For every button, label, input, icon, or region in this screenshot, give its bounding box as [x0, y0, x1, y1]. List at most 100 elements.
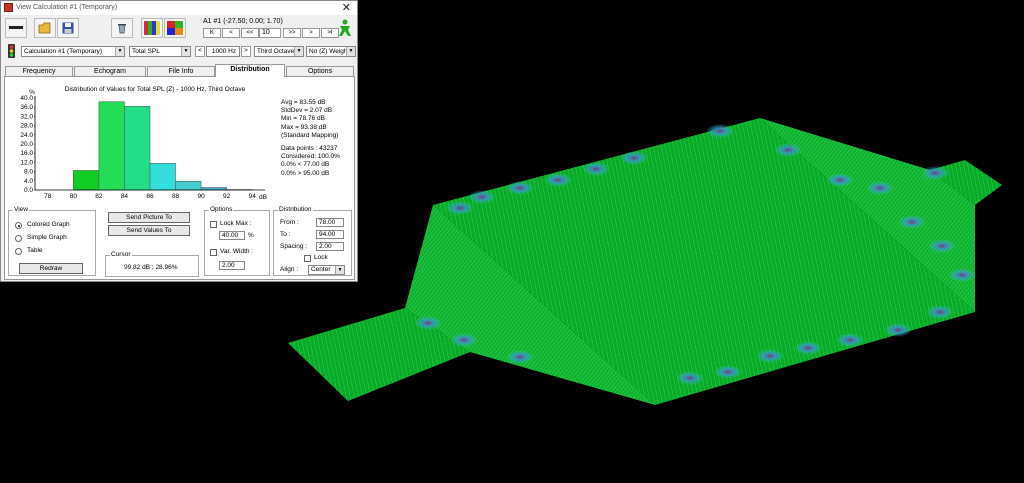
var-width-checkbox[interactable]: [210, 249, 217, 256]
window-title: View Calculation #1 (Temporary): [16, 4, 118, 11]
nav-back-step-button[interactable]: <<: [241, 28, 259, 38]
redraw-button[interactable]: Redraw: [19, 263, 83, 274]
hotspot: [826, 173, 854, 187]
view-group-label: View: [13, 206, 29, 213]
calculation-select[interactable]: Calculation #1 (Temporary) ▼: [21, 46, 125, 57]
lock-max-input[interactable]: 40.00: [219, 231, 245, 240]
listener-button[interactable]: [335, 18, 355, 38]
stat-above: 0.0% > 95.00 dB: [281, 169, 330, 177]
tab-distribution[interactable]: Distribution: [215, 64, 285, 77]
options-group: Options Lock Max : 40.00 % Var. Width : …: [204, 206, 270, 276]
hotspot: [706, 124, 734, 138]
y-tick-label: 24.0: [20, 132, 33, 139]
stat-min: Min = 78.76 dB: [281, 115, 325, 123]
distribution-group: Distribution From : 78.00 To : 94.00 Spa…: [273, 206, 352, 276]
radio-simple-graph-label: Simple Graph: [27, 234, 67, 241]
distribution-panel: Distribution of Values for Total SPL (Z)…: [4, 76, 355, 280]
parameter-select[interactable]: Total SPL ▼: [129, 46, 191, 57]
histogram-bar: [124, 106, 151, 191]
cursor-readout: 99.82 dB ; 28.96%: [124, 264, 178, 271]
title-bar: View Calculation #1 (Temporary) ✕: [1, 1, 357, 15]
radio-table[interactable]: [15, 248, 22, 255]
radio-table-label: Table: [27, 247, 43, 254]
x-tick-label: 88: [172, 193, 180, 200]
y-tick-label: 32.0: [20, 113, 33, 120]
histogram-bar: [175, 181, 202, 191]
band-select[interactable]: Third Octave ▼: [254, 46, 304, 57]
parameter-select-value: Total SPL: [132, 48, 160, 55]
from-input[interactable]: 78.00: [316, 218, 344, 227]
hotspot: [676, 371, 704, 385]
nav-forward-step-button[interactable]: >>: [283, 28, 301, 38]
chevron-down-icon: ▼: [181, 47, 190, 56]
lock-max-label: Lock Max :: [220, 220, 252, 227]
floppy-icon: [62, 22, 74, 34]
align-select-value: Center: [311, 266, 331, 273]
hotspot: [836, 333, 864, 347]
nav-first-button[interactable]: K: [203, 28, 221, 38]
hotspot: [620, 151, 648, 165]
color-palette-icon: [144, 21, 160, 35]
x-tick-label: 78: [44, 193, 52, 200]
to-input[interactable]: 94.00: [316, 230, 344, 239]
person-icon: [339, 19, 351, 36]
radio-simple-graph[interactable]: [15, 235, 22, 242]
stat-data-points: Data points : 43237: [281, 145, 338, 153]
hotspot: [794, 341, 822, 355]
palette-button[interactable]: [141, 18, 163, 38]
lock-checkbox[interactable]: [304, 255, 311, 262]
coordinate-readout: A1 #1 (-27.50; 0.00; 1.70): [203, 18, 283, 25]
x-tick-label: 82: [95, 193, 103, 200]
nav-prev-button[interactable]: <: [222, 28, 240, 38]
frequency-prev-button[interactable]: <: [195, 46, 205, 57]
close-icon[interactable]: ✕: [342, 1, 351, 14]
histogram-bar: [73, 170, 100, 191]
hotspot: [884, 323, 912, 337]
send-values-button[interactable]: Send Values To: [108, 225, 190, 236]
hotspot: [926, 305, 954, 319]
save-button[interactable]: [57, 18, 79, 38]
grid-palette-button[interactable]: [164, 18, 186, 38]
y-tick-label: 16.0: [20, 150, 33, 157]
hotspot: [582, 162, 610, 176]
stat-max: Max = 93.38 dB: [281, 123, 327, 131]
send-picture-button[interactable]: Send Picture To: [108, 212, 190, 223]
frequency-next-button[interactable]: >: [241, 46, 251, 57]
y-tick-label: 0.0: [24, 187, 33, 194]
hotspot: [756, 349, 784, 363]
chart-title: Distribution of Values for Total SPL (Z)…: [65, 86, 246, 93]
spacing-input[interactable]: 2.00: [316, 242, 344, 251]
step-input[interactable]: 10: [259, 28, 281, 38]
hotspot: [898, 215, 926, 229]
distribution-histogram: Distribution of Values for Total SPL (Z)…: [20, 86, 267, 201]
align-select[interactable]: Center ▼: [308, 265, 345, 275]
statistics-list: Avg = 83.55 dB StdDev = 2.07 dB Min = 78…: [281, 99, 340, 178]
chevron-down-icon: ▼: [346, 47, 355, 56]
align-label: Align :: [280, 266, 299, 273]
hotspot: [714, 365, 742, 379]
x-tick-label: 94: [249, 193, 257, 200]
cursor-group: Cursor 99.82 dB ; 28.96%: [105, 251, 199, 277]
minimize-button[interactable]: [5, 18, 27, 38]
from-label: From :: [280, 219, 299, 226]
hotspot: [866, 181, 894, 195]
x-tick-label: 90: [197, 193, 205, 200]
distribution-group-label: Distribution: [278, 206, 313, 213]
open-button[interactable]: [34, 18, 56, 38]
y-tick-label: 20.0: [20, 141, 33, 148]
lock-label: Lock: [314, 254, 328, 261]
hotspot: [544, 173, 572, 187]
options-group-label: Options: [209, 206, 234, 213]
weighting-select[interactable]: No (Z) Weigh ▼: [306, 46, 356, 57]
hotspot: [928, 239, 956, 253]
y-tick-label: 36.0: [20, 104, 33, 111]
recycle-button[interactable]: [111, 18, 133, 38]
radio-colored-graph[interactable]: [15, 222, 22, 229]
lock-max-checkbox[interactable]: [210, 221, 217, 228]
x-tick-label: 80: [70, 193, 78, 200]
var-width-input[interactable]: 2.00: [219, 261, 245, 270]
nav-next-button[interactable]: >: [302, 28, 320, 38]
spacing-label: Spacing :: [280, 243, 308, 250]
band-select-value: Third Octave: [257, 48, 295, 55]
x-axis-label: dB: [259, 194, 267, 201]
